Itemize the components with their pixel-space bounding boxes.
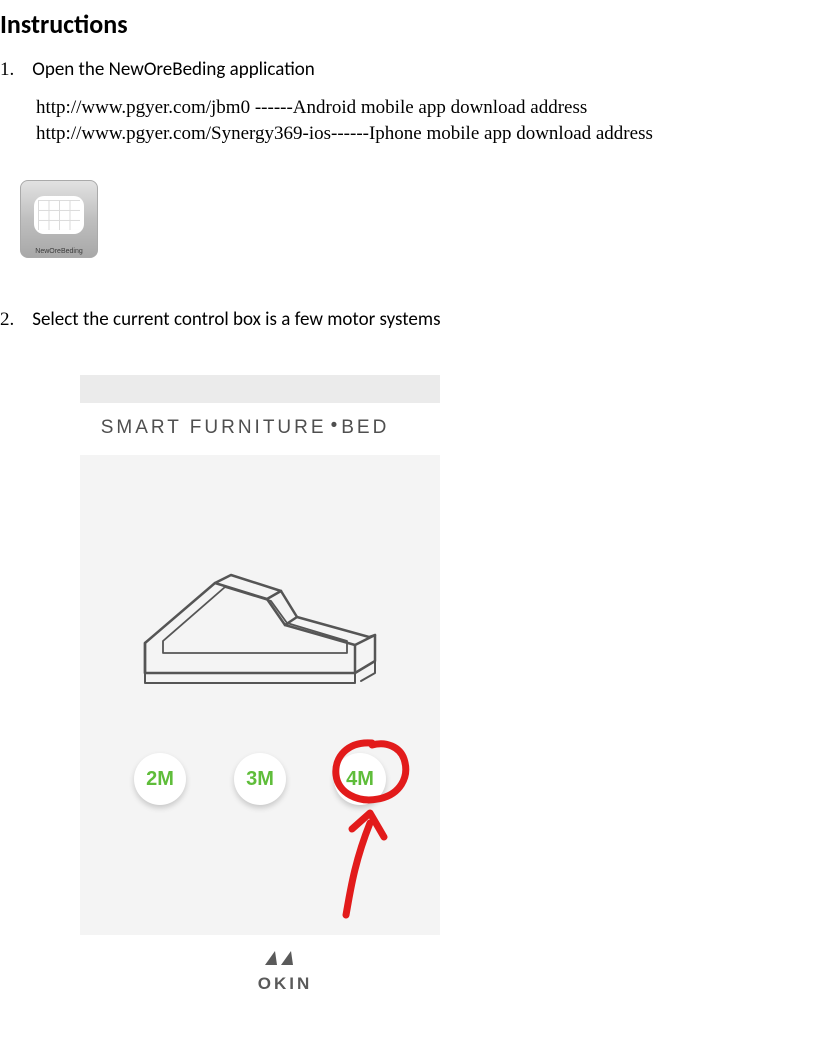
step-text-2: Select the current control box is a few … <box>32 308 440 331</box>
page-title: Instructions <box>0 8 834 40</box>
okin-logo: OKIN <box>252 947 318 994</box>
app-header: SMART FURNITURE•BED <box>50 417 440 439</box>
android-url: http://www.pgyer.com/jbm0 <box>36 97 250 118</box>
step-text-1: Open the NewOreBeding application <box>32 58 315 81</box>
motor-button-4m[interactable]: 4M <box>334 753 386 805</box>
motor-button-2m[interactable]: 2M <box>134 753 186 805</box>
okin-logo-text: OKIN <box>252 974 318 994</box>
status-bar <box>80 375 440 403</box>
app-icon-container: NewOreBeding <box>20 180 834 258</box>
motor-button-row: 2M 3M 4M <box>80 753 440 805</box>
bed-illustration <box>125 503 395 703</box>
app-body: 2M 3M 4M <box>80 455 440 935</box>
step-number-1: 1. <box>0 59 14 81</box>
motor-button-3m[interactable]: 3M <box>234 753 286 805</box>
app-icon-label: NewOreBeding <box>21 248 97 255</box>
app-screenshot: SMART FURNITURE•BED <box>50 375 440 994</box>
header-dot-icon: • <box>331 415 338 436</box>
step-2: 2. Select the current control box is a f… <box>0 308 834 331</box>
header-right: BED <box>341 417 389 438</box>
android-label: ------Android mobile app download addres… <box>250 97 587 118</box>
step-1: 1. Open the NewOreBeding application <box>0 58 834 81</box>
app-icon: NewOreBeding <box>20 180 98 258</box>
iphone-label: ------Iphone mobile app download address <box>331 123 653 144</box>
iphone-url: http://www.pgyer.com/Synergy369-ios <box>36 123 331 144</box>
red-arrow-annotation <box>320 803 404 923</box>
download-links: http://www.pgyer.com/jbm0 ------Android … <box>36 95 834 146</box>
step-number-2: 2. <box>0 309 14 331</box>
header-left: SMART FURNITURE <box>101 417 327 438</box>
